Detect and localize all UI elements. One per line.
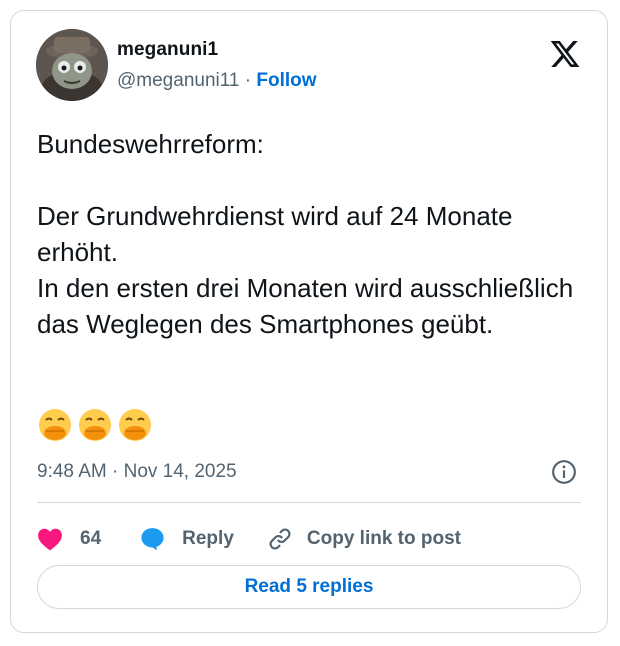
- avatar[interactable]: [36, 29, 108, 101]
- info-icon[interactable]: [551, 459, 577, 485]
- like-button[interactable]: 64: [37, 527, 101, 551]
- follow-button[interactable]: Follow: [256, 70, 316, 91]
- post-text: Bundeswehrreform: Der Grundwehrdienst wi…: [37, 129, 574, 339]
- emoji-row: [37, 407, 153, 443]
- x-logo-icon[interactable]: [549, 38, 581, 70]
- embedded-post-card: meganuni1 @meganuni11 · Follow Bundesweh…: [10, 10, 608, 633]
- copy-link-button[interactable]: Copy link to post: [267, 526, 461, 552]
- reply-bubble-icon: [141, 528, 164, 551]
- author-handle-row: @meganuni11 · Follow: [117, 70, 317, 92]
- post-actions: 64 Reply Copy link to post: [37, 519, 461, 559]
- post-timestamp[interactable]: 9:48 AM · Nov 14, 2025: [37, 461, 237, 483]
- like-count: 64: [80, 528, 102, 549]
- author-handle[interactable]: @meganuni11: [117, 70, 239, 91]
- hand-over-mouth-emoji: [119, 409, 151, 441]
- link-icon: [269, 528, 291, 550]
- author-display-name[interactable]: meganuni1: [117, 39, 218, 61]
- divider: [37, 502, 581, 503]
- heart-icon: [38, 528, 62, 551]
- avatar-image: [36, 29, 108, 101]
- reply-button[interactable]: Reply: [139, 526, 234, 552]
- read-replies-button[interactable]: Read 5 replies: [37, 565, 581, 609]
- separator-dot: ·: [239, 70, 257, 91]
- reply-label: Reply: [182, 528, 234, 549]
- copy-link-label: Copy link to post: [306, 528, 461, 549]
- hand-over-mouth-emoji: [79, 409, 111, 441]
- hand-over-mouth-emoji: [39, 409, 71, 441]
